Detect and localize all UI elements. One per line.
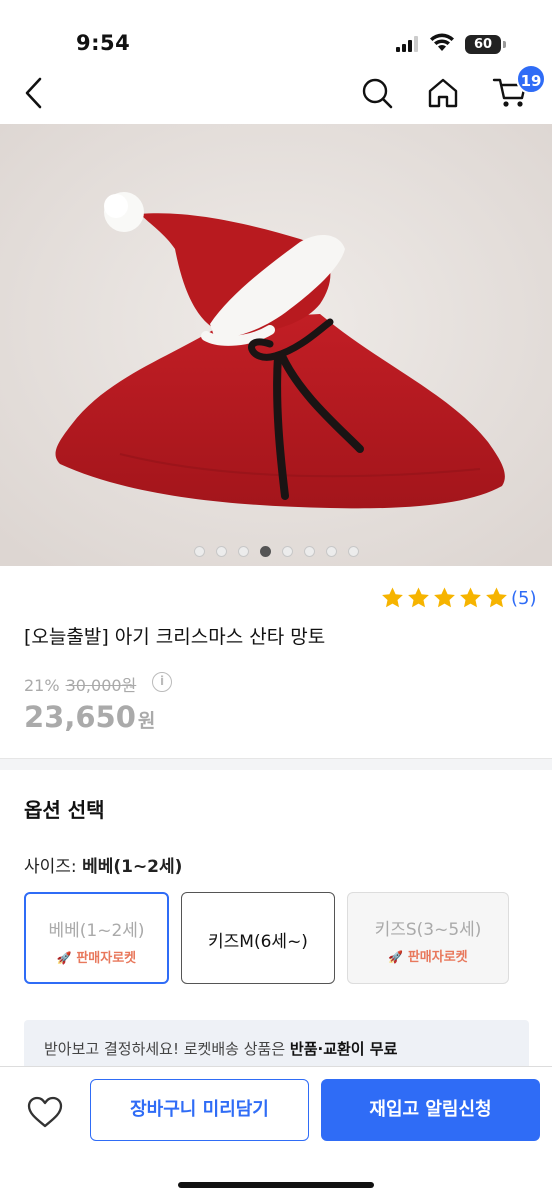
discount-rate: 21% bbox=[24, 676, 60, 695]
home-indicator bbox=[178, 1182, 374, 1188]
rocket-badge-text: 판매자로켓 bbox=[76, 951, 137, 966]
top-nav: 19 bbox=[0, 64, 552, 124]
back-arrow-icon[interactable] bbox=[20, 76, 50, 110]
rocket-badge-text: 판매자로켓 bbox=[407, 950, 468, 965]
status-time: 9:54 bbox=[76, 31, 131, 55]
option-name: 키즈M(6세~) bbox=[208, 932, 308, 952]
status-bar: 9:54 60 bbox=[0, 0, 552, 64]
review-count[interactable]: (5) bbox=[511, 588, 537, 609]
gallery-dot[interactable] bbox=[303, 546, 315, 557]
star-icon bbox=[382, 587, 403, 608]
gallery-dot[interactable] bbox=[259, 546, 271, 557]
size-label: 사이즈: 베베(1~2세) bbox=[24, 852, 182, 877]
option-bebe[interactable]: 베베(1~2세) 🚀 판매자로켓 bbox=[24, 892, 169, 984]
bottom-action-bar: 장바구니 미리담기 재입고 알림신청 bbox=[0, 1066, 552, 1200]
notice-bold: 반품·교환이 무료 bbox=[289, 1040, 398, 1058]
product-title: [오늘출발] 아기 크리스마스 산타 망토 bbox=[24, 626, 326, 648]
restock-alert-button[interactable]: 재입고 알림신청 bbox=[321, 1079, 540, 1141]
home-icon[interactable] bbox=[426, 76, 460, 110]
gallery-dot[interactable] bbox=[281, 546, 293, 557]
cart-count-badge: 19 bbox=[516, 64, 546, 94]
section-divider bbox=[0, 758, 552, 770]
gallery-dot[interactable] bbox=[193, 546, 205, 557]
rocket-badge: 🚀 판매자로켓 bbox=[26, 947, 167, 966]
product-image-gallery[interactable] bbox=[0, 124, 552, 566]
option-name: 키즈S(3~5세) bbox=[374, 920, 482, 940]
star-icon bbox=[408, 587, 429, 608]
pre-cart-button[interactable]: 장바구니 미리담기 bbox=[90, 1079, 309, 1141]
rocket-icon: 🚀 bbox=[388, 950, 404, 964]
option-kids-s[interactable]: 키즈S(3~5세) 🚀 판매자로켓 bbox=[347, 892, 509, 984]
rocket-badge: 🚀 판매자로켓 bbox=[348, 946, 508, 965]
product-photo bbox=[0, 124, 552, 566]
star-icon bbox=[486, 587, 507, 608]
heart-icon[interactable] bbox=[26, 1095, 64, 1129]
option-heading: 옵션 선택 bbox=[24, 798, 105, 822]
search-icon[interactable] bbox=[360, 76, 394, 110]
rating-stars[interactable] bbox=[380, 586, 510, 612]
price-unit: 원 bbox=[137, 710, 156, 732]
sale-price: 23,650 원 bbox=[24, 700, 155, 734]
gallery-dot[interactable] bbox=[347, 546, 359, 557]
original-price: 30,000원 bbox=[65, 676, 137, 695]
gallery-dot[interactable] bbox=[215, 546, 227, 557]
notice-text: 받아보고 결정하세요! 로켓배송 상품은 bbox=[44, 1040, 290, 1058]
star-icon bbox=[460, 587, 481, 608]
discount-row: 21% 30,000원 bbox=[24, 672, 136, 696]
gallery-pagination[interactable] bbox=[0, 546, 552, 560]
gallery-dot[interactable] bbox=[237, 546, 249, 557]
wifi-icon bbox=[430, 33, 454, 51]
option-name: 베베(1~2세) bbox=[48, 921, 145, 941]
size-label-prefix: 사이즈: bbox=[24, 857, 83, 877]
info-icon[interactable]: i bbox=[152, 672, 172, 692]
battery-indicator: 60 bbox=[465, 35, 501, 54]
rocket-icon: 🚀 bbox=[56, 951, 72, 965]
price-value: 23,650 bbox=[24, 700, 136, 734]
gallery-dot[interactable] bbox=[325, 546, 337, 557]
signal-icon bbox=[396, 36, 418, 52]
star-icon bbox=[434, 587, 455, 608]
battery-tip bbox=[503, 41, 506, 48]
size-selected: 베베(1~2세) bbox=[82, 857, 183, 877]
option-kids-m[interactable]: 키즈M(6세~) bbox=[181, 892, 335, 984]
